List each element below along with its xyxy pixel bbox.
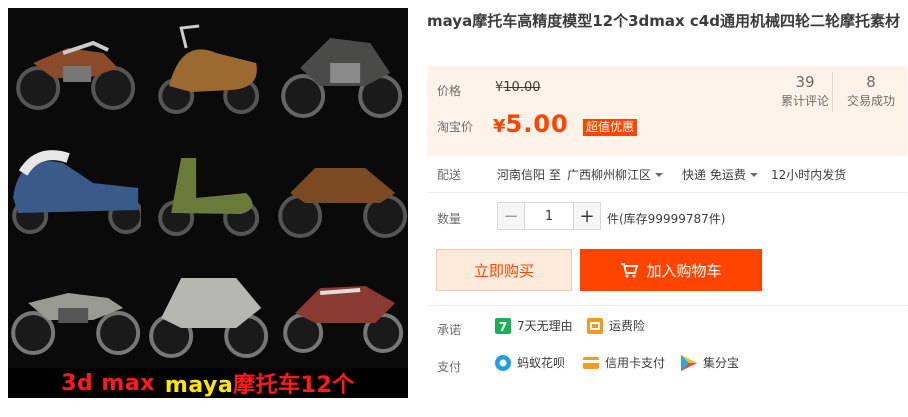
promise-label: 承诺 — [437, 323, 462, 337]
caption-maya: maya摩托车12个 — [164, 373, 355, 398]
quantity-stepper: − 1 + — [497, 202, 601, 230]
credit-card-icon — [583, 355, 599, 371]
motorcycle-dirtbike-image — [8, 8, 141, 128]
motorcycle-collage — [8, 8, 408, 368]
huabei-icon — [495, 354, 511, 371]
shipping-method-text: 快递 免运费 — [682, 168, 746, 182]
payment-row: 支付 蚂蚁花呗 信用卡支付 集分宝 — [427, 354, 907, 376]
add-to-cart-button[interactable]: 加入购物车 — [580, 249, 762, 291]
motorcycle-atv-image — [275, 128, 408, 248]
price-panel: 价格 ¥10.00 淘宝价 ¥5.00 超值优惠 39 累计评论 8 交易成功 — [427, 66, 907, 156]
svg-text:7: 7 — [499, 320, 507, 334]
stat-reviews-value: 39 — [795, 73, 815, 91]
motorcycle-sport-touring-image — [141, 248, 274, 368]
quantity-row: 数量 − 1 + 件(库存99999787件) — [427, 202, 907, 230]
original-price: ¥10.00 — [495, 80, 541, 95]
motorcycle-adventure-image — [275, 8, 408, 128]
product-title: maya摩托车高精度模型12个3dmax c4d通用机械四轮二轮摩托素材 — [427, 12, 900, 30]
motorcycle-trike-image — [8, 128, 142, 248]
motorcycle-cruiser-image — [8, 248, 141, 368]
promo-price-currency: ¥ — [493, 116, 506, 137]
shipping-row: 配送 河南信阳 至 广西柳州柳江区 快递 免运费 12小时内发货 — [427, 164, 907, 184]
quantity-label: 数量 — [437, 212, 462, 226]
promise-item-return-text: 7天无理由 — [517, 319, 573, 333]
promise-item-insurance[interactable]: 运费险 — [587, 317, 645, 334]
seven-day-return-icon: 7 — [495, 317, 511, 334]
product-main-image[interactable]: 3d max maya摩托车12个 — [8, 8, 408, 398]
stock-text: 件(库存99999787件) — [607, 212, 726, 226]
payment-item-huabei[interactable]: 蚂蚁花呗 — [495, 354, 565, 371]
image-caption: 3d max maya摩托车12个 — [8, 368, 408, 398]
shipping-label: 配送 — [437, 168, 462, 182]
payment-item-credit-card-text: 信用卡支付 — [605, 356, 666, 370]
price-label: 价格 — [437, 84, 462, 98]
divider — [427, 192, 907, 193]
payment-item-credit-card[interactable]: 信用卡支付 — [583, 354, 665, 371]
taobao-price: ¥5.00 — [493, 110, 569, 138]
shipping-origin: 河南信阳 至 — [497, 168, 561, 182]
promo-badge: 超值优惠 — [583, 119, 638, 136]
promise-item-insurance-text: 运费险 — [609, 319, 646, 333]
chevron-down-icon — [749, 173, 758, 177]
shipping-insurance-icon — [587, 317, 603, 334]
jifenbao-icon — [681, 354, 697, 371]
stat-divider — [832, 72, 833, 112]
payment-label: 支付 — [437, 360, 462, 374]
stat-transactions-label: 交易成功 — [846, 94, 895, 108]
promo-price-value: 5.00 — [505, 110, 569, 138]
chevron-down-icon — [655, 173, 664, 177]
caption-3dmax: 3d max — [61, 370, 155, 396]
promise-item-return[interactable]: 7 7天无理由 — [495, 317, 573, 334]
stat-transactions-value: 8 — [866, 73, 876, 91]
add-to-cart-label: 加入购物车 — [646, 261, 722, 280]
payment-item-jifenbao-text: 集分宝 — [703, 356, 740, 370]
quantity-minus-button[interactable]: − — [497, 202, 525, 230]
motorcycle-superbike-image — [275, 248, 408, 368]
quantity-input[interactable]: 1 — [525, 202, 573, 230]
payment-item-huabei-text: 蚂蚁花呗 — [517, 356, 566, 370]
promise-row: 承诺 7 7天无理由 运费险 — [427, 317, 907, 339]
shipping-destination-text: 广西柳州柳江区 — [567, 168, 652, 182]
motorcycle-scooter-image — [141, 8, 274, 128]
cart-icon — [621, 263, 639, 278]
original-price-value: 10.00 — [503, 80, 541, 95]
motorcycle-vespa-image — [141, 128, 274, 248]
shipping-time: 12小时内发货 — [771, 168, 847, 182]
divider — [427, 305, 907, 306]
payment-item-jifenbao[interactable]: 集分宝 — [681, 354, 739, 371]
buy-now-button[interactable]: 立即购买 — [436, 249, 572, 291]
stat-reviews-label: 累计评论 — [780, 94, 829, 108]
shipping-destination-select[interactable]: 广西柳州柳江区 — [567, 166, 664, 183]
stat-transactions[interactable]: 8 交易成功 — [841, 72, 901, 110]
quantity-plus-button[interactable]: + — [573, 202, 601, 230]
shipping-method-select[interactable]: 快递 免运费 — [682, 166, 758, 183]
taobao-price-label: 淘宝价 — [437, 120, 474, 134]
stat-reviews[interactable]: 39 累计评论 — [777, 72, 833, 110]
